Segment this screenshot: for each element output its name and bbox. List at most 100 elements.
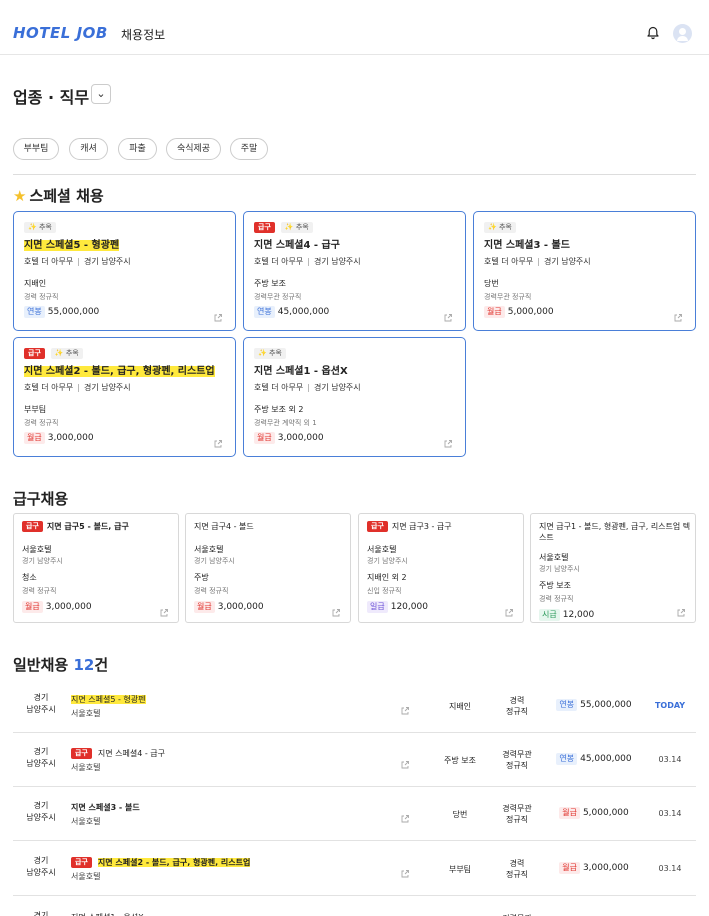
urgent-badge: 급구 (254, 222, 275, 233)
job-conditions: 경력무관 계약직 외 1 (254, 419, 317, 427)
special-job-card[interactable]: ✨ 추옥 지면 스페셜1 - 옵션X 호텔 더 아무무 | 경기 남양주시 주방 보조 외… (243, 337, 466, 457)
job-title[interactable]: 지면 스페셜2 - 볼드, 급구, 형광펜, 리스트업 (24, 362, 215, 377)
job-title[interactable]: 지면 스페셜3 - 볼드 (71, 802, 140, 813)
location: 경기 남양주시 (26, 693, 56, 714)
badge-row: 급구 ✨ 추옥 (24, 348, 83, 359)
external-link-icon[interactable] (676, 603, 686, 617)
job-role: 지배인 (448, 702, 472, 711)
salary-type: 월급 (254, 432, 275, 444)
urgent-badge: 급구 (22, 521, 43, 532)
company-location: 호텔 더 아무무 | 경기 남양주시 (24, 257, 131, 266)
job-title[interactable]: 지면 스페셜4 - 급구 (254, 236, 340, 251)
job-role: 주방 보조 외 2 (254, 405, 304, 414)
tag-chip[interactable]: 파출 (118, 138, 157, 160)
job-conditions: 경력 정규직 (505, 859, 529, 879)
tag-chip[interactable]: 캐셔 (69, 138, 108, 160)
special-job-card[interactable]: ✨ 추옥 지면 스페셜3 - 볼드 호텔 더 아무무 | 경기 남양주시 당번 경력무관 정… (473, 211, 696, 331)
job-role: 주방 보조 (254, 279, 286, 288)
chevron-down-icon[interactable]: ⌄ (91, 84, 111, 104)
featured-badge: ✨ 추옥 (50, 348, 83, 359)
job-conditions: 경력 정규직 (194, 587, 229, 595)
location: 경기 남양주시 (26, 801, 56, 822)
job-title[interactable]: 지면 스페셜3 - 볼드 (484, 236, 570, 251)
external-link-icon[interactable] (331, 603, 341, 617)
featured-badge: ✨ 추옥 (254, 348, 286, 359)
urgent-job-card[interactable]: 급구 지면 급구3 - 급구 서울호텔 경기 남양주시 지배인 외 2 신입 정규직 일급 1… (358, 513, 524, 623)
bell-icon[interactable] (646, 26, 660, 40)
job-conditions: 경력무관 정규직 (502, 750, 532, 770)
avatar-icon[interactable] (673, 24, 692, 43)
external-link-icon[interactable] (400, 701, 410, 715)
company-name: 서울호텔 (539, 553, 569, 562)
job-title[interactable]: 지면 급구1 - 볼드, 형광펜, 급구, 리스트업 텍스트 (539, 521, 691, 543)
logo[interactable]: HOTEL JOB (13, 24, 108, 42)
job-role: 주방 보조 (444, 756, 476, 765)
salary-type: 월급 (194, 601, 215, 613)
external-link-icon[interactable] (213, 434, 223, 448)
job-role: 부부팀 (448, 865, 472, 874)
salary-type: 연봉 (24, 306, 45, 318)
job-role: 주방 보조 (539, 581, 571, 590)
job-conditions: 경력무관 정규직 (502, 804, 532, 824)
category-title: 업종 · 직무 (13, 88, 90, 107)
external-link-icon[interactable] (673, 308, 683, 322)
urgent-job-card[interactable]: 지면 급구1 - 볼드, 형광펜, 급구, 리스트업 텍스트 서울호텔 경기 남양주… (530, 513, 696, 623)
job-title[interactable]: 지면 급구4 - 볼드 (194, 521, 346, 532)
company-name: 서울호텔 (22, 545, 52, 554)
urgent-job-card[interactable]: 급구 지면 급구5 - 볼드, 급구 서울호텔 경기 남양주시 청소 경력 정규직 월급 3,… (13, 513, 179, 623)
company-name: 서울호텔 (71, 817, 101, 826)
job-list-row[interactable]: 경기 남양주시 급구 지면 스페셜2 - 볼드, 급구, 형광펜, 리스트업 서울호텔 부… (13, 842, 696, 896)
job-list-row[interactable]: 경기 남양주시 지면 스페셜3 - 볼드 서울호텔 당번 경력무관 정규직 월급 5,000,0… (13, 787, 696, 841)
job-list-row[interactable]: 경기 남양주시 지면 스페셜5 - 형광펜 서울호텔 지배인 경력 정규직 연봉 55,000,… (13, 679, 696, 733)
external-link-icon[interactable] (159, 603, 169, 617)
urgent-job-card[interactable]: 지면 급구4 - 볼드 서울호텔 경기 남양주시 주방 경력 정규직 월급 3,000,00… (185, 513, 351, 623)
job-title[interactable]: 급구 지면 스페셜4 - 급구 (71, 748, 165, 759)
salary-type: 월급 (22, 601, 43, 613)
salary: 시급 12,000 (539, 609, 594, 621)
special-job-card[interactable]: 급구 ✨ 추옥 지면 스페셜2 - 볼드, 급구, 형광펜, 리스트업 호텔 더 아무… (13, 337, 236, 457)
special-job-card[interactable]: ✨ 추옥 지면 스페셜5 - 형광펜 호텔 더 아무무 | 경기 남양주시 지배인 경력 정… (13, 211, 236, 331)
external-link-icon[interactable] (504, 603, 514, 617)
job-title[interactable]: 지면 스페셜5 - 형광펜 (24, 236, 120, 251)
tag-chip[interactable]: 주말 (230, 138, 268, 160)
external-link-icon[interactable] (443, 308, 453, 322)
salary-type: 월급 (24, 432, 45, 444)
job-role: 청소 (22, 573, 37, 582)
job-title[interactable]: 급구 지면 스페셜2 - 볼드, 급구, 형광펜, 리스트업 (71, 857, 251, 868)
salary-type: 월급 (484, 306, 505, 318)
company-name: 서울호텔 (367, 545, 397, 554)
external-link-icon[interactable] (400, 809, 410, 823)
job-title[interactable]: 지면 스페셜1 - 옵션X (71, 912, 144, 916)
external-link-icon[interactable] (213, 308, 223, 322)
nav-job-info[interactable]: 채용정보 (121, 26, 165, 43)
job-conditions: 경력무관 정규직 (484, 293, 532, 301)
posted-date: 03.14 (658, 755, 682, 764)
job-list-row[interactable]: 경기 남양주시 급구 지면 스페셜4 - 급구 서울호텔 주방 보조 경력무관 정규직 연봉 45… (13, 733, 696, 787)
salary: 월급 3,000,000 (254, 432, 324, 444)
special-job-card[interactable]: 급구 ✨ 추옥 지면 스페셜4 - 급구 호텔 더 아무무 | 경기 남양주시 주방 보조 경… (243, 211, 466, 331)
job-role: 지배인 (24, 279, 47, 288)
job-title[interactable]: 지면 스페셜5 - 형광펜 (71, 694, 146, 705)
salary-type: 일급 (367, 601, 388, 613)
featured-badge: ✨ 추옥 (24, 222, 56, 233)
company-name: 서울호텔 (71, 872, 101, 881)
badge-row: 급구 ✨ 추옥 (254, 222, 313, 233)
job-title[interactable]: 급구 지면 급구3 - 급구 (367, 521, 519, 532)
salary: 월급 3,000,000 (194, 601, 264, 613)
tag-chip[interactable]: 부부팀 (13, 138, 59, 160)
general-count: 12 (73, 656, 95, 674)
salary: 월급 5,000,000 (549, 807, 639, 819)
posted-date: 03.14 (658, 864, 682, 873)
job-title[interactable]: 급구 지면 급구5 - 볼드, 급구 (22, 521, 174, 532)
job-role: 지배인 외 2 (367, 573, 407, 582)
job-list-row[interactable]: 경기지면 스페셜1 - 옵션X경력무관 (13, 897, 696, 916)
job-title[interactable]: 지면 스페셜1 - 옵션X (254, 362, 348, 377)
external-link-icon[interactable] (400, 864, 410, 878)
tag-chip[interactable]: 숙식제공 (166, 138, 221, 160)
external-link-icon[interactable] (400, 755, 410, 769)
company-name: 서울호텔 (71, 709, 101, 718)
external-link-icon[interactable] (443, 434, 453, 448)
salary-type: 연봉 (556, 699, 578, 711)
job-conditions: 신입 정규직 (367, 587, 402, 595)
salary: 연봉 45,000,000 (549, 753, 639, 765)
